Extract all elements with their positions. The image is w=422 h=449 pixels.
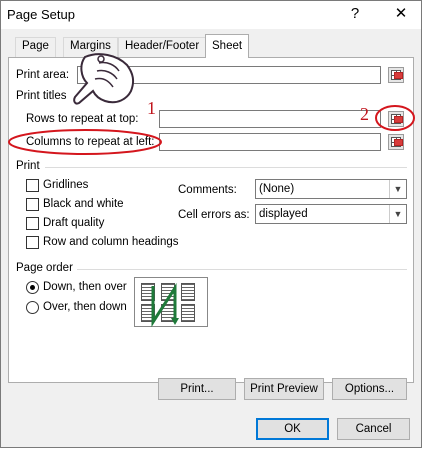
gridlines-checkbox[interactable] xyxy=(26,179,39,192)
print-area-label: Print area: xyxy=(16,69,70,81)
print-preview-button[interactable]: Print Preview xyxy=(244,378,324,400)
rows-repeat-label: Rows to repeat at top: xyxy=(26,113,139,125)
over-then-down-label: Over, then down xyxy=(43,301,127,313)
range-select-icon xyxy=(394,139,403,146)
comments-select[interactable]: (None) ▼ xyxy=(255,179,407,199)
page-setup-dialog: Page Setup ? ✕ Page Margins Header/Foote… xyxy=(0,0,422,448)
row-col-headings-label: Row and column headings xyxy=(43,236,179,248)
black-white-label: Black and white xyxy=(43,198,124,210)
cols-repeat-label: Columns to repeat at left: xyxy=(26,136,155,148)
cell-errors-select[interactable]: displayed ▼ xyxy=(255,204,407,224)
cancel-button[interactable]: Cancel xyxy=(337,418,410,440)
rows-repeat-input[interactable] xyxy=(159,110,381,128)
print-section-label: Print xyxy=(16,160,40,172)
chevron-down-icon: ▼ xyxy=(389,205,406,223)
options-button[interactable]: Options... xyxy=(332,378,407,400)
page-order-section-label: Page order xyxy=(16,262,73,274)
cols-repeat-collapse-button[interactable] xyxy=(388,134,404,150)
ok-button[interactable]: OK xyxy=(256,418,329,440)
print-area-input[interactable] xyxy=(77,66,381,84)
cell-errors-label: Cell errors as: xyxy=(178,209,250,221)
over-then-down-radio[interactable] xyxy=(26,301,39,314)
print-area-collapse-button[interactable] xyxy=(388,67,404,83)
down-then-over-label: Down, then over xyxy=(43,281,127,293)
page-order-preview-image xyxy=(134,277,208,328)
down-then-over-radio[interactable] xyxy=(26,281,39,294)
row-col-headings-checkbox[interactable] xyxy=(26,236,39,249)
draft-quality-label: Draft quality xyxy=(43,217,105,229)
gridlines-label: Gridlines xyxy=(43,179,89,191)
comments-label: Comments: xyxy=(178,184,237,196)
page-order-divider xyxy=(77,269,407,270)
rows-repeat-collapse-button[interactable] xyxy=(388,111,404,127)
cols-repeat-input[interactable] xyxy=(159,133,381,151)
range-select-icon xyxy=(394,72,403,79)
range-select-icon xyxy=(394,116,403,123)
chevron-down-icon: ▼ xyxy=(389,180,406,198)
draft-quality-checkbox[interactable] xyxy=(26,217,39,230)
comments-value: (None) xyxy=(259,183,295,195)
print-button[interactable]: Print... xyxy=(158,378,236,400)
print-section-divider xyxy=(45,167,407,168)
order-arrow-icon xyxy=(151,282,179,328)
black-white-checkbox[interactable] xyxy=(26,198,39,211)
cell-errors-value: displayed xyxy=(259,208,308,220)
print-titles-label: Print titles xyxy=(16,90,67,102)
